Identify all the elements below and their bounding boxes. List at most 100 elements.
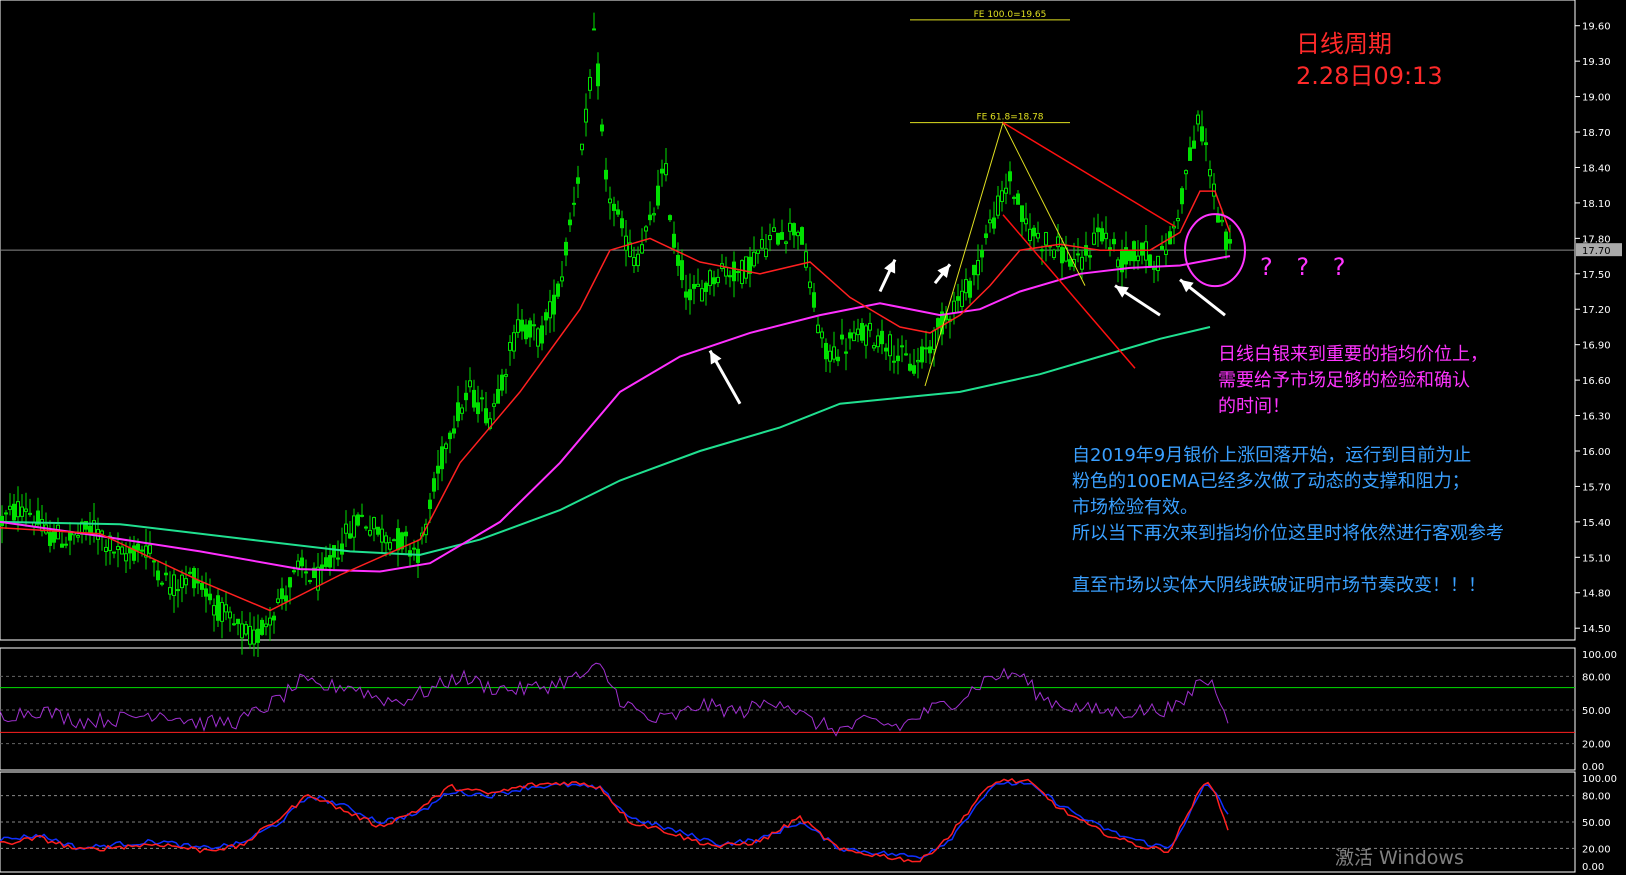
candle-body	[960, 290, 964, 307]
candle-body	[1068, 259, 1072, 267]
candle-body	[956, 296, 960, 301]
candle-body	[644, 226, 648, 232]
windows-watermark: 激活 Windows	[1335, 847, 1464, 869]
candle-body	[716, 276, 720, 284]
blue-note-line: 自2019年9月银价上涨回落开始，运行到目前为止	[1072, 445, 1472, 466]
candle-body	[572, 202, 576, 205]
candle-body	[808, 281, 812, 289]
candle-body	[184, 578, 188, 586]
candle-body	[760, 239, 764, 249]
candle-body	[712, 277, 716, 285]
candle-body	[1208, 169, 1212, 177]
y-tick-label: 16.90	[1582, 341, 1611, 352]
candle-body	[240, 623, 244, 639]
candle-body	[976, 260, 980, 276]
candle-body	[60, 543, 64, 548]
candle-body	[504, 374, 508, 377]
candle-body	[220, 601, 224, 622]
blue-note-line: 所以当下再次来到指均价位这里时将依然进行客观参考	[1072, 523, 1504, 544]
candle-body	[1080, 256, 1084, 270]
candle-body	[388, 542, 392, 550]
candle-body	[764, 248, 768, 258]
candle-body	[548, 301, 552, 319]
candle-body	[920, 346, 924, 363]
y-tick-label: 15.70	[1582, 482, 1611, 493]
osc1-tick-label: 0.00	[1582, 762, 1604, 773]
candle-body	[436, 465, 440, 474]
candle-body	[660, 168, 664, 174]
candle-body	[208, 593, 212, 601]
candle-body	[880, 330, 884, 345]
current-price-label: 17.70	[1582, 246, 1611, 257]
candle-body	[48, 532, 52, 546]
candle-body	[20, 506, 24, 517]
candle-body	[404, 531, 408, 537]
candle-body	[500, 374, 504, 391]
candle-body	[412, 547, 416, 550]
candle-body	[680, 260, 684, 281]
candle-body	[492, 403, 496, 407]
candle-body	[836, 356, 840, 362]
y-tick-label: 15.40	[1582, 518, 1611, 529]
y-tick-label: 16.30	[1582, 412, 1611, 423]
candle-body	[1188, 147, 1192, 161]
candle-body	[1116, 259, 1120, 268]
candle-body	[524, 324, 528, 340]
candle-body	[1176, 218, 1180, 222]
candle-body	[984, 233, 988, 239]
candle-body	[180, 574, 184, 589]
candle-body	[772, 227, 776, 232]
candle-body	[700, 288, 704, 302]
fib-level-label: FE 100.0=19.65	[974, 10, 1047, 20]
candle-body	[636, 253, 640, 267]
candle-body	[12, 503, 16, 521]
candle-body	[160, 582, 164, 585]
candle-body	[856, 328, 860, 336]
osc2-tick-label: 20.00	[1582, 844, 1611, 855]
candle-body	[688, 289, 692, 301]
candle-body	[1060, 247, 1064, 264]
candle-body	[304, 571, 308, 574]
candle-body	[876, 335, 880, 348]
candle-body	[1216, 214, 1220, 223]
candle-body	[812, 292, 816, 308]
candle-body	[1148, 254, 1152, 268]
candle-body	[664, 163, 668, 176]
candle-body	[532, 324, 536, 327]
candle-body	[800, 227, 804, 245]
candle-body	[428, 499, 432, 509]
candle-body	[884, 347, 888, 352]
ema-slow-line	[0, 326, 1211, 556]
candle-body	[608, 198, 612, 204]
candle-body	[900, 345, 904, 348]
candle-body	[276, 598, 280, 604]
candle-body	[244, 624, 248, 635]
candle-body	[732, 261, 736, 282]
fib-level-label: FE 61.8=18.78	[976, 113, 1043, 123]
candle-body	[840, 334, 844, 340]
candle-body	[888, 334, 892, 357]
osc1-tick-label: 50.00	[1582, 706, 1611, 717]
chart-title-period: 日线周期	[1296, 30, 1392, 58]
candle-body	[552, 294, 556, 315]
candle-body	[508, 342, 512, 351]
candle-body	[1088, 255, 1092, 258]
y-tick-label: 19.00	[1582, 93, 1611, 104]
candle-body	[280, 588, 284, 600]
candle-body	[56, 524, 60, 540]
candle-body	[512, 332, 516, 352]
osc2-tick-label: 100.00	[1582, 774, 1617, 785]
candle-body	[1192, 140, 1196, 149]
candle-body	[576, 177, 580, 184]
candle-body	[232, 623, 236, 626]
candle-body	[908, 363, 912, 371]
candle-body	[820, 331, 824, 339]
candle-body	[708, 270, 712, 287]
y-tick-label: 19.30	[1582, 57, 1611, 68]
candle-body	[384, 535, 388, 544]
candle-body	[868, 322, 872, 331]
candle-body	[172, 574, 176, 596]
candle-body	[1040, 249, 1044, 252]
candle-body	[1164, 249, 1168, 255]
blue-note-line: 市场检验有效。	[1072, 497, 1198, 518]
